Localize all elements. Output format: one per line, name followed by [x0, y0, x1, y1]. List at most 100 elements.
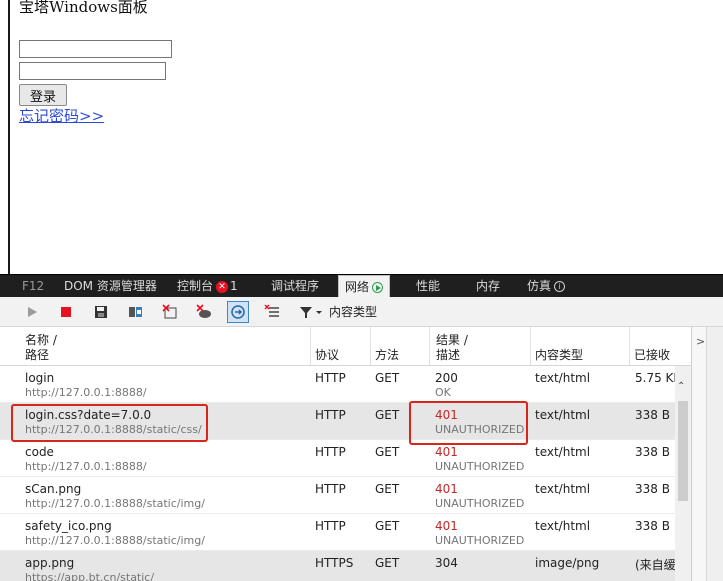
cell-content-type-value: text/html: [535, 519, 591, 533]
tab-emulation[interactable]: 仿真 i: [527, 275, 566, 297]
cell-content-type-value: image/png: [535, 556, 600, 570]
details-pane: >: [691, 327, 723, 581]
cell-name-value: safety_ico.png: [25, 519, 112, 533]
cell-name-value: app.png: [25, 556, 75, 570]
clear-cache-icon[interactable]: [126, 302, 146, 322]
page-left-border: [8, 0, 10, 274]
tab-memory[interactable]: 内存: [476, 275, 500, 297]
cell-received-value: 338 B: [635, 482, 670, 496]
cell-protocol-value: HTTP: [315, 445, 346, 459]
cell-status-value: 401: [435, 519, 458, 533]
column-received-label: 已接收: [634, 348, 671, 362]
column-method[interactable]: 方法: [371, 327, 430, 365]
table-row[interactable]: safety_ico.png http://127.0.0.1:8888/stat…: [0, 514, 691, 551]
tab-console-label: 控制台: [177, 279, 214, 293]
chevron-right-icon[interactable]: >: [696, 335, 705, 348]
table-row[interactable]: app.png https://app.bt.cn/static/HTTPS GET…: [0, 551, 691, 581]
devtools-tab-bar: F12 DOM 资源管理器 控制台 ✕ 1 调试程序 网络 性能 内存 仿真 i: [0, 274, 723, 297]
cell-content-type-value: text/html: [535, 482, 591, 496]
table-scrollbar[interactable]: ⌃: [675, 366, 691, 581]
tab-emulation-label: 仿真: [527, 279, 552, 293]
stop-icon[interactable]: [56, 302, 76, 322]
scrollbar-thumb[interactable]: [678, 401, 688, 501]
tab-debugger[interactable]: 调试程序: [271, 275, 319, 297]
table-row[interactable]: login http://127.0.0.1:8888/HTTP GET 200 OK t…: [0, 366, 691, 403]
cell-method-value: GET: [375, 519, 400, 533]
column-protocol-label: 协议: [315, 348, 340, 362]
cell-content-type-value: text/html: [535, 408, 591, 422]
details-pane-strip: [706, 327, 723, 581]
cell-name-sub: http://127.0.0.1:8888/: [25, 460, 147, 473]
cell-protocol-value: HTTP: [315, 371, 346, 385]
column-content-type[interactable]: 内容类型: [531, 327, 630, 365]
tab-network[interactable]: 网络: [338, 275, 391, 297]
login-button[interactable]: 登录: [19, 84, 67, 106]
play-icon[interactable]: [22, 302, 42, 322]
filter-icon[interactable]: [298, 302, 324, 322]
recording-play-icon: [372, 282, 384, 293]
tab-network-label: 网络: [345, 280, 370, 294]
cell-name-sub: https://app.bt.cn/static/: [25, 571, 155, 581]
cell-method-value: GET: [375, 371, 400, 385]
cell-received-value: 338 B: [635, 445, 670, 459]
tab-dom-explorer[interactable]: DOM 资源管理器: [64, 275, 157, 297]
column-path-label: 路径: [25, 348, 50, 362]
info-icon: i: [554, 281, 566, 292]
cell-status-sub: OK: [435, 386, 451, 399]
column-result[interactable]: 结果 / 描述: [430, 327, 531, 365]
cell-content-type-value: text/html: [535, 371, 591, 385]
column-received[interactable]: 已接收: [630, 327, 691, 365]
tab-f12[interactable]: F12: [22, 275, 44, 297]
cell-status-value: 200: [435, 371, 458, 385]
cell-status-value: 401: [435, 445, 458, 459]
clear-entries-icon[interactable]: [160, 302, 180, 322]
always-refresh-icon[interactable]: [227, 301, 249, 323]
cell-received-value: (来自缓: [635, 558, 676, 572]
table-row[interactable]: sCan.png http://127.0.0.1:8888/static/img…: [0, 477, 691, 514]
cell-name-value: sCan.png: [25, 482, 82, 496]
cell-status-sub: UNAUTHORIZED: [435, 497, 525, 510]
cell-content-type-value: text/html: [535, 445, 591, 459]
table-row[interactable]: code http://127.0.0.1:8888/HTTP GET 401 UNAU…: [0, 440, 691, 477]
cell-status-sub: UNAUTHORIZED: [435, 460, 525, 473]
tab-console[interactable]: 控制台 ✕ 1: [177, 275, 238, 297]
highlight-box-name: [11, 404, 208, 442]
column-description-label: 描述: [436, 348, 461, 362]
cell-status-value: 304: [435, 556, 458, 570]
cell-name-sub: http://127.0.0.1:8888/static/img/: [25, 534, 205, 547]
network-toolbar: 内容类型: [0, 297, 723, 327]
clear-session-icon[interactable]: [262, 302, 282, 322]
cell-name-value: code: [25, 445, 54, 459]
username-input[interactable]: [19, 40, 172, 58]
page-title: 宝塔Windows面板: [19, 0, 148, 16]
content-type-filter[interactable]: 内容类型: [329, 303, 377, 320]
table-header: 名称 / 路径 协议 方法 结果 / 描述 内容类型 已接收: [0, 327, 691, 366]
network-request-table: 名称 / 路径 协议 方法 结果 / 描述 内容类型 已接收 login http…: [0, 327, 691, 581]
cell-status-sub: UNAUTHORIZED: [435, 534, 525, 547]
cell-name-value: login: [25, 371, 55, 385]
cell-name-sub: http://127.0.0.1:8888/static/img/: [25, 497, 205, 510]
cell-method-value: GET: [375, 408, 400, 422]
cell-method-value: GET: [375, 482, 400, 496]
column-method-label: 方法: [375, 348, 400, 362]
scroll-up-icon[interactable]: ⌃: [677, 381, 685, 392]
column-content-type-label: 内容类型: [535, 348, 584, 362]
cell-received-value: 338 B: [635, 408, 670, 422]
column-protocol[interactable]: 协议: [311, 327, 371, 365]
forgot-password-link[interactable]: 忘记密码>>: [19, 105, 104, 126]
tab-performance[interactable]: 性能: [416, 275, 440, 297]
highlight-box-status: [409, 401, 528, 445]
cell-status-value: 401: [435, 482, 458, 496]
column-name-path[interactable]: 名称 / 路径: [0, 327, 311, 365]
cell-method-value: GET: [375, 556, 400, 570]
password-input[interactable]: [19, 62, 166, 80]
cell-method-value: GET: [375, 445, 400, 459]
cell-protocol-value: HTTP: [315, 519, 346, 533]
web-page: 宝塔Windows面板 登录 忘记密码>>: [0, 0, 723, 274]
cell-name-sub: http://127.0.0.1:8888/: [25, 386, 147, 399]
error-icon: ✕: [216, 280, 229, 293]
clear-cookies-icon[interactable]: [194, 302, 214, 322]
console-error-count: 1: [230, 279, 238, 293]
cell-protocol-value: HTTPS: [315, 556, 354, 570]
save-icon[interactable]: [91, 302, 111, 322]
